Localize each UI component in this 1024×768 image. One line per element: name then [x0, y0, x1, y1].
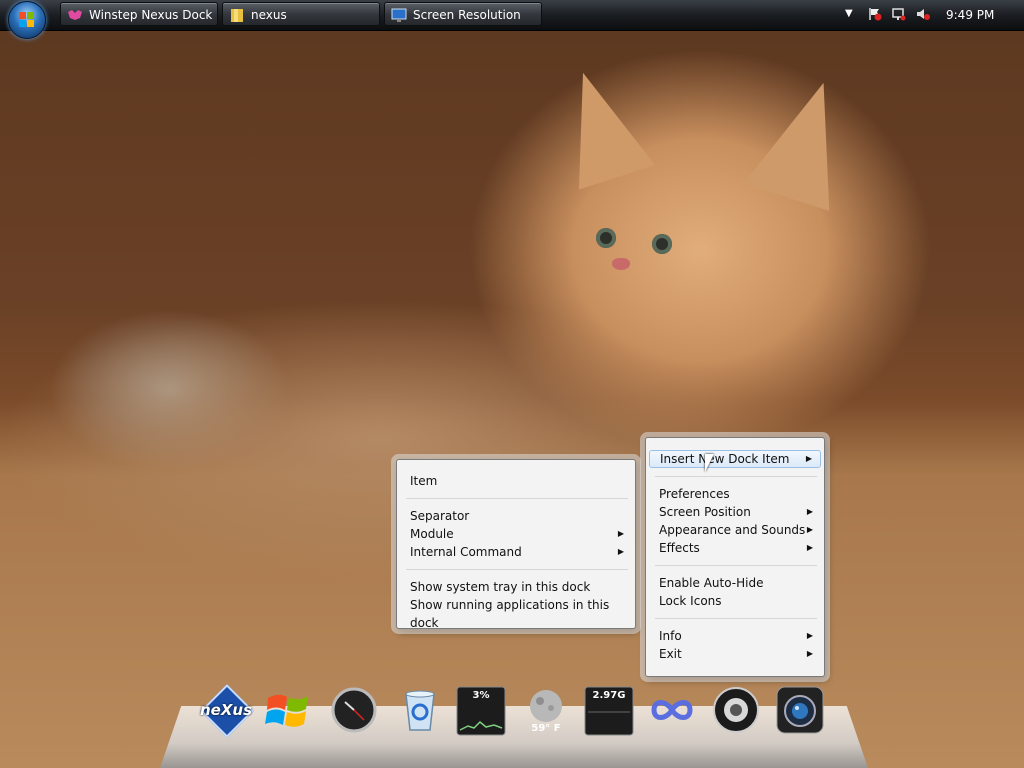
taskbar-clock[interactable]: 9:49 PM	[946, 0, 994, 30]
dock-context-menu: Insert New Dock Item ▶ Preferences Screen…	[645, 437, 825, 677]
menu-separator	[406, 498, 628, 499]
menu-item-label: Appearance and Sounds	[659, 523, 806, 537]
menu-item-label: Screen Position	[659, 505, 751, 519]
show-hidden-icons-arrow[interactable]: ▼	[845, 8, 853, 19]
taskbar: Winstep Nexus Dock ... nexus Screen Reso…	[0, 0, 1024, 39]
menu-item-label: Item	[410, 474, 438, 488]
winstep-icon	[67, 7, 83, 23]
menu-item-lock-icons[interactable]: Lock Icons	[649, 592, 821, 610]
menu-item-label: Preferences	[659, 487, 730, 501]
menu-item-effects[interactable]: Effects ▶	[649, 539, 821, 557]
taskbar-button-screen-resolution[interactable]: Screen Resolution	[384, 2, 542, 26]
menu-item-label: Insert New Dock Item	[660, 452, 790, 466]
submenu-arrow-icon: ▶	[805, 454, 812, 463]
taskbar-button-label: Screen Resolution	[413, 8, 521, 22]
menu-item-label: Effects	[659, 541, 700, 555]
menu-item-internal-command[interactable]: Internal Command ▶	[400, 543, 632, 561]
submenu-arrow-icon: ▶	[806, 543, 813, 552]
menu-item-preferences[interactable]: Preferences	[649, 485, 821, 503]
speaker-icon[interactable]	[712, 686, 760, 734]
mouse-cursor-icon	[705, 454, 714, 472]
menu-item-info[interactable]: Info ▶	[649, 627, 821, 645]
submenu-arrow-icon: ▶	[617, 547, 624, 556]
windows-flag-icon	[19, 12, 35, 28]
cat-ear-left	[544, 60, 656, 190]
menu-item-label: Enable Auto-Hide	[659, 576, 764, 590]
folder-icon	[229, 7, 245, 23]
network-icon[interactable]	[892, 7, 906, 21]
menu-item-label: Lock Icons	[659, 594, 722, 608]
menu-item-label: Module	[410, 527, 454, 541]
submenu-arrow-icon: ▶	[806, 649, 813, 658]
action-center-flag-icon[interactable]	[868, 7, 882, 21]
menu-item-exit[interactable]: Exit ▶	[649, 645, 821, 663]
submenu-arrow-icon: ▶	[806, 507, 813, 516]
insert-item-submenu: Item Separator Module ▶ Internal Command ▶…	[396, 459, 636, 630]
cpu-usage-label: 3%	[472, 690, 490, 701]
menu-item-separator[interactable]: Separator	[400, 507, 632, 525]
taskbar-button-label: Winstep Nexus Dock ...	[89, 8, 218, 22]
menu-item-insert-new-dock-item[interactable]: Insert New Dock Item ▶	[649, 450, 821, 468]
weather-temperature-label: 59° F	[531, 723, 561, 734]
taskbar-button-label: nexus	[251, 8, 287, 22]
menu-separator	[655, 565, 817, 566]
menu-item-screen-position[interactable]: Screen Position ▶	[649, 503, 821, 521]
menu-item-item[interactable]: Item	[400, 472, 632, 490]
memory-usage-label: 2.97G	[592, 690, 626, 701]
menu-item-label: Exit	[659, 647, 682, 661]
monitor-icon	[391, 7, 407, 23]
menu-item-module[interactable]: Module ▶	[400, 525, 632, 543]
taskbar-button-winstep[interactable]: Winstep Nexus Dock ...	[60, 2, 218, 26]
start-button[interactable]	[8, 1, 46, 39]
infinity-icon[interactable]	[648, 686, 696, 734]
taskbar-button-nexus-folder[interactable]: nexus	[222, 2, 380, 26]
cat-eye-right	[652, 234, 672, 254]
camera-icon[interactable]	[776, 686, 824, 734]
cat-eye-left	[596, 228, 616, 248]
desktop-wallpaper	[0, 0, 1024, 768]
menu-item-label: Info	[659, 629, 682, 643]
menu-item-show-system-tray[interactable]: Show system tray in this dock	[400, 578, 632, 596]
submenu-arrow-icon: ▶	[806, 525, 813, 534]
cat-ear-right	[743, 69, 867, 211]
menu-item-label: Separator	[410, 509, 470, 523]
menu-item-label: Show running applications in this dock	[410, 598, 610, 630]
menu-item-enable-auto-hide[interactable]: Enable Auto-Hide	[649, 574, 821, 592]
recycle-bin-icon[interactable]	[396, 686, 444, 734]
menu-separator	[655, 618, 817, 619]
menu-separator	[406, 569, 628, 570]
clock-icon[interactable]	[330, 686, 378, 734]
windows-logo-icon[interactable]	[264, 686, 312, 734]
menu-item-appearance-and-sounds[interactable]: Appearance and Sounds ▶	[649, 521, 821, 539]
nexus-logo-label: neXus	[199, 701, 253, 719]
cat-nose	[612, 258, 630, 270]
menu-separator	[655, 476, 817, 477]
volume-muted-icon[interactable]	[916, 7, 930, 21]
menu-item-label: Internal Command	[410, 545, 522, 559]
submenu-arrow-icon: ▶	[806, 631, 813, 640]
submenu-arrow-icon: ▶	[617, 529, 624, 538]
menu-item-label: Show system tray in this dock	[410, 580, 591, 594]
menu-item-show-running-apps[interactable]: Show running applications in this dock	[400, 596, 632, 630]
